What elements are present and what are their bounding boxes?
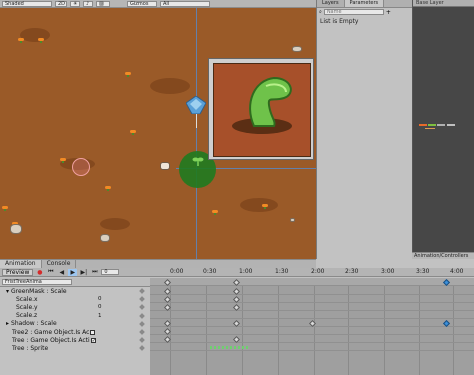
sprite-keyframes-strip[interactable] xyxy=(210,346,248,349)
property-label: Tree : Game Object.Is Acti xyxy=(12,336,90,344)
target-marker[interactable] xyxy=(72,158,90,176)
keyframe-diamond-icon[interactable] xyxy=(139,288,145,294)
bottom-tabbar: Animation Console xyxy=(0,259,316,268)
isactive-checkbox[interactable]: ✓ xyxy=(90,337,96,343)
property-value[interactable]: 0 xyxy=(98,296,102,302)
plant-sprite-icon xyxy=(232,76,292,134)
property-row[interactable]: Tree : Sprite xyxy=(0,344,150,352)
search-icon: ⌕ xyxy=(319,9,322,15)
first-key-icon[interactable]: ⏮ xyxy=(46,268,55,276)
audio-toggle[interactable]: ♪ xyxy=(83,0,93,7)
preview-toggle[interactable]: Preview xyxy=(2,268,34,276)
2d-toggle[interactable]: 2D xyxy=(55,0,67,7)
foldout-icon[interactable]: ▾ xyxy=(6,288,9,295)
property-row[interactable]: Scale.x 0 xyxy=(0,295,150,303)
timeline-row xyxy=(150,287,474,295)
property-row[interactable]: ▾ GreenMask : Scale xyxy=(0,287,150,295)
property-value[interactable]: 0 xyxy=(98,304,102,310)
tick-label: 3:30 xyxy=(416,268,430,275)
tick-label: 1:30 xyxy=(275,268,289,275)
tick-label: 1:00 xyxy=(239,268,253,275)
isactive-checkbox[interactable] xyxy=(90,329,96,335)
clip-dropdown[interactable]: FristTreeAnima xyxy=(2,279,72,285)
prev-key-icon[interactable]: ◀ xyxy=(57,269,66,276)
property-label: Tree2 : Game Object.Is Ac xyxy=(12,328,90,336)
tab-parameters[interactable]: Parameters xyxy=(344,0,385,7)
property-value[interactable]: 1 xyxy=(98,313,102,319)
keyframe-diamond-icon[interactable] xyxy=(139,345,145,352)
scene-toolbar: Shaded 2D ☀ ♪ ▨ Gizmos All xyxy=(0,0,316,8)
sprout-icon xyxy=(192,156,204,166)
property-label: Tree : Sprite xyxy=(12,344,49,352)
timeline-row xyxy=(150,335,474,343)
property-row[interactable]: Tree : Game Object.Is Acti ✓ xyxy=(0,336,150,344)
lighting-toggle[interactable]: ☀ xyxy=(70,0,80,7)
animation-window: Preview ● ⏮ ◀ ▶ ▶| ⏭ 0 0:00 0:30 1:00 1:… xyxy=(0,268,474,375)
property-row[interactable]: Scale.z 1 xyxy=(0,312,150,320)
frame-field[interactable]: 0 xyxy=(101,269,120,275)
tick-label: 2:30 xyxy=(345,268,359,275)
foldout-icon[interactable]: ▸ xyxy=(6,320,9,327)
play-icon[interactable]: ▶ xyxy=(68,268,78,276)
animation-controls: Preview ● ⏮ ◀ ▶ ▶| ⏭ 0 xyxy=(0,268,150,277)
property-row[interactable]: ▸ Shadow : Scale xyxy=(0,320,150,328)
gizmos-search-input[interactable]: All xyxy=(160,0,210,7)
tab-layers[interactable]: Layers xyxy=(317,0,345,7)
property-label: GreenMask : Scale xyxy=(11,287,67,295)
crystal-object[interactable] xyxy=(185,95,207,115)
last-key-icon[interactable]: ⏭ xyxy=(90,268,99,276)
dopesheet-timeline[interactable] xyxy=(150,278,474,375)
property-list: ▾ GreenMask : Scale Scale.x 0 Scale.y 0 … xyxy=(0,287,150,375)
parameter-search-input[interactable]: Name xyxy=(323,9,384,15)
animator-graph-panel[interactable]: Base Layer xyxy=(412,0,474,252)
tick-label: 4:00 xyxy=(450,268,464,275)
summary-row xyxy=(150,278,474,286)
property-label: Scale.y xyxy=(16,303,38,311)
shading-mode-dropdown[interactable]: Shaded xyxy=(2,0,52,7)
state-node-strip[interactable] xyxy=(419,124,465,129)
timeline-row xyxy=(150,311,474,319)
property-row[interactable]: Scale.y 0 xyxy=(0,303,150,311)
animation-controllers-label: Animation/Controllers xyxy=(412,252,474,259)
timeline-row xyxy=(150,303,474,311)
next-key-icon[interactable]: ▶| xyxy=(79,269,88,276)
property-label: Shadow : Scale xyxy=(11,320,57,328)
record-icon[interactable]: ● xyxy=(35,269,44,276)
scene-view[interactable] xyxy=(0,8,316,259)
keyframe-diamond-icon[interactable] xyxy=(139,321,145,327)
sprite-preview xyxy=(208,58,314,160)
add-parameter-icon[interactable]: + xyxy=(386,9,391,16)
property-row[interactable]: Tree2 : Game Object.Is Ac xyxy=(0,328,150,336)
layer-breadcrumb[interactable]: Base Layer xyxy=(413,0,474,7)
property-label: Scale.z xyxy=(16,312,38,320)
timeline-row xyxy=(150,295,474,303)
timeline-row xyxy=(150,343,474,351)
keyframe-diamond-icon[interactable] xyxy=(139,329,145,335)
tick-label: 2:00 xyxy=(311,268,325,275)
parameter-search-row: ⌕ Name + xyxy=(317,8,412,16)
layers-parameters-panel: Layers Parameters ⌕ Name + List is Empty xyxy=(316,0,412,259)
keyframe-diamond-icon[interactable] xyxy=(139,312,145,319)
tab-console[interactable]: Console xyxy=(42,260,77,268)
layers-tabbar: Layers Parameters xyxy=(317,0,412,8)
keyframe-diamond-icon[interactable] xyxy=(139,296,145,303)
fx-toggle[interactable]: ▨ xyxy=(96,0,110,7)
critter-object[interactable] xyxy=(160,162,170,170)
clip-selector-row: FristTreeAnima xyxy=(0,278,150,287)
parameter-list-empty-text: List is Empty xyxy=(320,18,359,25)
gizmos-dropdown[interactable]: Gizmos xyxy=(127,0,157,7)
tick-label: 0:30 xyxy=(203,268,217,275)
timeline-row xyxy=(150,327,474,335)
tab-animation[interactable]: Animation xyxy=(0,260,42,268)
timeline-ruler[interactable]: 0:00 0:30 1:00 1:30 2:00 2:30 3:00 3:30 … xyxy=(150,268,474,277)
keyframe-diamond-icon[interactable] xyxy=(139,337,145,344)
tick-label: 0:00 xyxy=(170,268,184,275)
tick-label: 3:00 xyxy=(381,268,395,275)
property-label: Scale.x xyxy=(16,295,38,303)
keyframe-diamond-icon[interactable] xyxy=(139,304,145,311)
